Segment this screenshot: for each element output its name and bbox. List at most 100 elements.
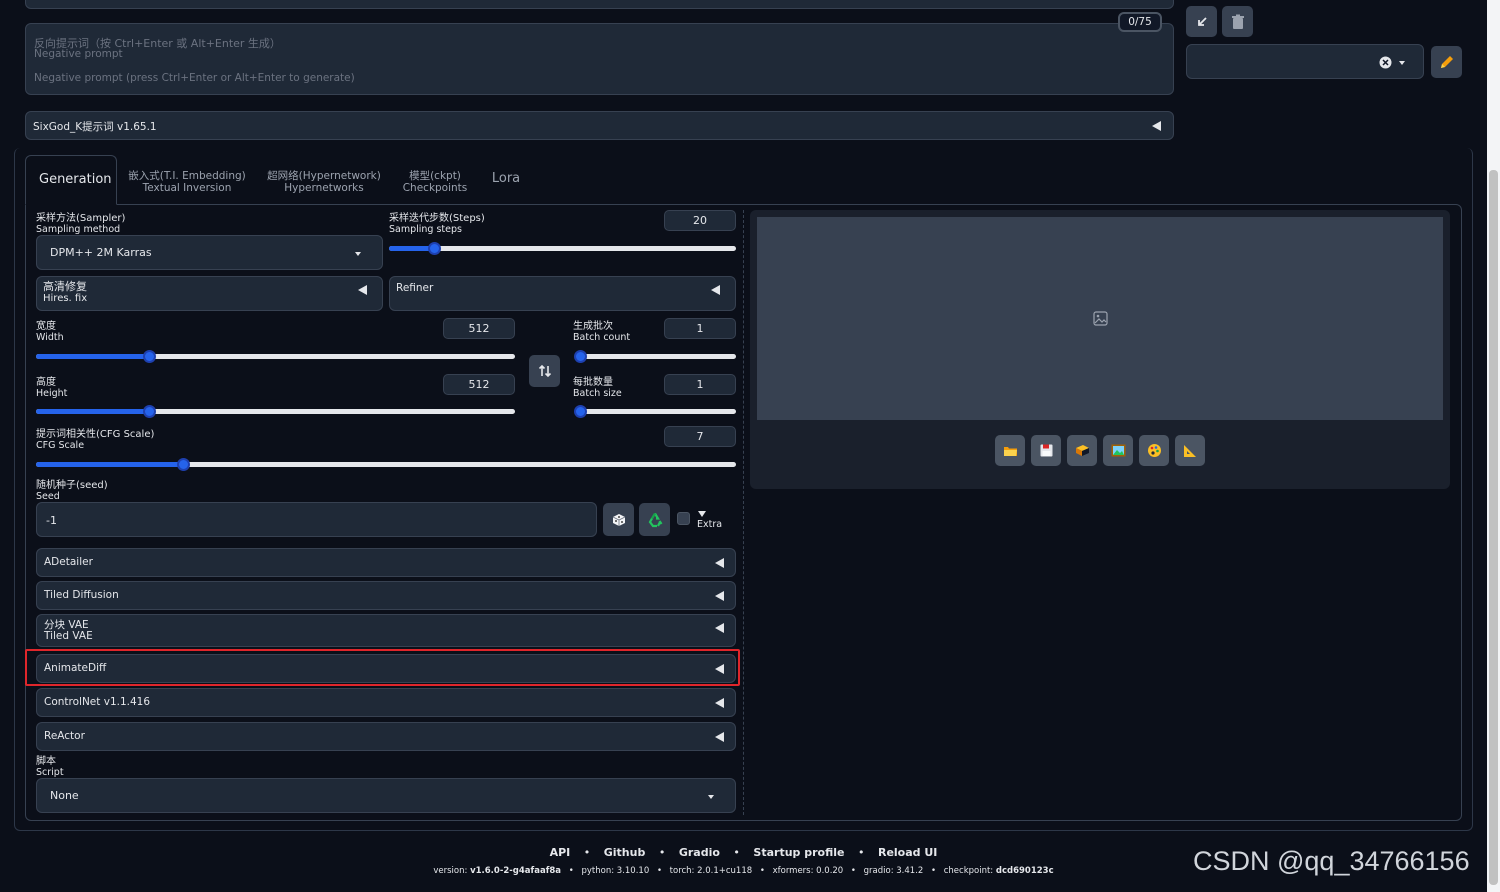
page-scrollbar[interactable] (1487, 0, 1500, 892)
footer-link-startup-profile[interactable]: Startup profile (753, 846, 844, 859)
checkpoint-hash: dcd690123c (995, 866, 1054, 876)
styles-dropdown[interactable] (1186, 44, 1424, 79)
steps-slider[interactable] (389, 242, 736, 255)
palette-icon (1147, 444, 1161, 457)
chevron-down-icon (1399, 61, 1405, 65)
arrow-icon (1197, 16, 1207, 26)
width-label: 宽度 Width (36, 321, 64, 343)
animatediff-highlight-box (25, 649, 740, 686)
script-value: None (50, 789, 79, 802)
batch-count-label: 生成批次 Batch count (573, 321, 631, 343)
footer-link-reload-ui[interactable]: Reload UI (878, 846, 937, 859)
tab-generation-label: Generation (39, 172, 112, 187)
restore-prompt-button[interactable] (1186, 6, 1217, 37)
version-value: v1.6.0-2-g4afaaf8a (470, 866, 562, 876)
height-label: 高度 Height (36, 377, 68, 399)
script-label: 脚本 Script (36, 756, 64, 778)
collapse-triangle-icon (715, 591, 724, 601)
collapse-triangle-icon (715, 732, 724, 742)
adetailer-label: ADetailer (44, 556, 93, 568)
collapse-triangle-icon (715, 698, 724, 708)
height-number-input[interactable]: 512 (443, 374, 515, 395)
send-to-inpaint-button[interactable] (1139, 435, 1169, 466)
image-placeholder-icon (1093, 311, 1108, 326)
tab-textual-inversion[interactable]: 嵌入式(T.I. Embedding) Textual Inversion (127, 170, 247, 194)
send-to-img2img-button[interactable] (1103, 435, 1133, 466)
python-version: 3.10.10 (616, 866, 650, 876)
hires-fix-label: 高清修复 Hires. fix (43, 280, 88, 305)
recycle-icon (648, 512, 662, 527)
batch-size-slider[interactable] (574, 405, 736, 418)
swap-dimensions-button[interactable] (529, 355, 560, 387)
extra-toggle-triangle-icon[interactable] (698, 511, 706, 517)
cfg-label: 提示词相关性(CFG Scale) CFG Scale (36, 429, 155, 451)
batch-size-number-input[interactable]: 1 (664, 374, 736, 395)
extension-accordion[interactable]: SixGod_K提示词 v1.65.1 (25, 111, 1174, 140)
negative-prompt-input[interactable]: 反向提示词（按 Ctrl+Enter 或 Alt+Enter 生成） Negat… (25, 23, 1174, 95)
folder-icon (1003, 446, 1017, 456)
tab-checkpoints[interactable]: 模型(ckpt) Checkpoints (400, 170, 470, 194)
footer-link-api[interactable]: API (550, 846, 571, 859)
tab-lora[interactable]: Lora (490, 172, 522, 186)
zip-button[interactable] (1067, 435, 1097, 466)
clear-x-icon[interactable] (1379, 56, 1392, 69)
width-slider[interactable] (36, 350, 515, 363)
steps-number-input[interactable]: 20 (664, 210, 736, 231)
chevron-down-icon (355, 252, 361, 256)
refiner-label: Refiner (396, 282, 434, 294)
adetailer-accordion[interactable]: ADetailer (36, 548, 736, 577)
tab-generation[interactable]: Generation (25, 155, 117, 205)
footer-link-github[interactable]: Github (604, 846, 646, 859)
script-dropdown[interactable]: None (36, 778, 736, 813)
steps-label: 采样迭代步数(Steps) Sampling steps (389, 213, 485, 235)
save-button[interactable] (1031, 435, 1061, 466)
cfg-number-input[interactable]: 7 (664, 426, 736, 447)
seed-input[interactable]: -1 (36, 502, 597, 537)
edit-styles-button[interactable] (1431, 46, 1462, 78)
collapse-triangle-icon (1152, 121, 1161, 131)
tab-hypernetworks[interactable]: 超网络(Hypernetwork) Hypernetworks (264, 170, 384, 194)
send-to-extras-button[interactable] (1175, 435, 1205, 466)
width-number-input[interactable]: 512 (443, 318, 515, 339)
tiled-diffusion-label: Tiled Diffusion (44, 589, 119, 601)
batch-count-number-input[interactable]: 1 (664, 318, 736, 339)
tiled-diffusion-accordion[interactable]: Tiled Diffusion (36, 581, 736, 610)
collapse-triangle-icon (358, 285, 367, 295)
reactor-label: ReActor (44, 730, 85, 742)
controlnet-accordion[interactable]: ControlNet v1.1.416 (36, 688, 736, 717)
torch-version: 2.0.1+cu118 (697, 866, 753, 876)
positive-prompt-bottom[interactable] (25, 0, 1174, 9)
tiled-vae-label-en: Tiled VAE (44, 630, 93, 642)
seed-label: 随机种子(seed) Seed (36, 480, 108, 502)
package-icon (1075, 445, 1089, 456)
column-divider (743, 210, 744, 815)
sampler-value: DPM++ 2M Karras (50, 246, 152, 259)
cfg-slider[interactable] (36, 458, 736, 471)
csdn-watermark: CSDN @qq_34766156 (1193, 846, 1470, 876)
scrollbar-thumb[interactable] (1489, 170, 1498, 885)
clear-prompt-button[interactable] (1222, 6, 1253, 37)
collapse-triangle-icon (715, 558, 724, 568)
hires-fix-accordion[interactable]: 高清修复 Hires. fix (36, 276, 383, 311)
extension-label: SixGod_K提示词 v1.65.1 (33, 121, 157, 133)
random-seed-button[interactable] (603, 503, 634, 536)
token-counter: 0/75 (1118, 12, 1162, 32)
extra-checkbox[interactable] (677, 512, 690, 525)
picture-icon (1111, 444, 1125, 457)
sampler-dropdown[interactable]: DPM++ 2M Karras (36, 235, 383, 270)
footer-link-gradio[interactable]: Gradio (679, 846, 720, 859)
controlnet-label: ControlNet v1.1.416 (44, 696, 151, 708)
batch-count-slider[interactable] (574, 350, 736, 363)
seed-value: -1 (46, 514, 57, 527)
triangle-ruler-icon (1184, 444, 1196, 457)
refiner-accordion[interactable]: Refiner (389, 276, 736, 311)
collapse-triangle-icon (715, 623, 724, 633)
tiled-vae-accordion[interactable]: 分块 VAE Tiled VAE (36, 614, 736, 647)
reactor-accordion[interactable]: ReActor (36, 722, 736, 751)
reuse-seed-button[interactable] (639, 503, 670, 536)
open-folder-button[interactable] (995, 435, 1025, 466)
collapse-triangle-icon (711, 285, 720, 295)
height-slider[interactable] (36, 405, 515, 418)
extra-label[interactable]: Extra (697, 519, 722, 530)
output-image-area[interactable] (757, 217, 1443, 420)
